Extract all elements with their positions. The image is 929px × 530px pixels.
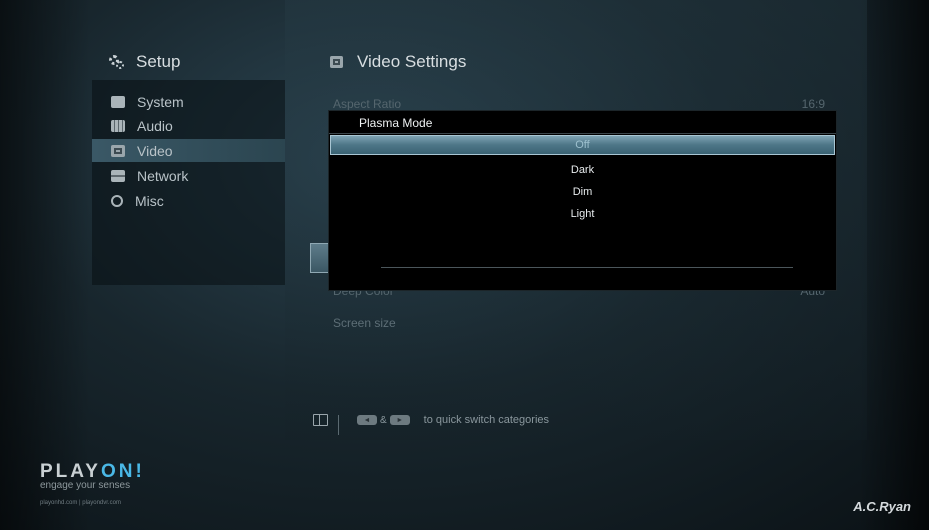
option-dark[interactable]: Dark — [329, 164, 836, 176]
book-icon — [313, 414, 328, 426]
gear-icon — [108, 54, 124, 70]
menu-header: Setup — [108, 52, 180, 72]
setting-value: 16:9 — [801, 97, 825, 111]
option-off[interactable]: Off — [329, 139, 836, 151]
menu-item-system[interactable]: System — [92, 90, 285, 113]
right-key-icon: ► — [389, 415, 410, 425]
video-icon — [111, 144, 125, 157]
selected-row-marker — [310, 243, 330, 273]
menu-item-audio[interactable]: Audio — [92, 114, 285, 137]
menu-item-network[interactable]: Network — [92, 164, 285, 187]
setting-label: Screen size — [333, 316, 396, 330]
left-vignette — [0, 0, 90, 530]
divider — [329, 133, 836, 134]
hint-bar: ◄ & ► to quick switch categories — [313, 405, 549, 435]
hint-amp: & — [380, 414, 387, 426]
audio-icon — [111, 119, 125, 132]
misc-icon — [111, 194, 123, 207]
setting-row-screen-size[interactable]: Screen size — [333, 316, 825, 330]
brand-block: PLAYON! engage your senses playonhd.com … — [40, 461, 145, 506]
menu-item-video[interactable]: Video — [92, 139, 285, 162]
menu-item-label: System — [137, 93, 184, 110]
system-icon — [111, 95, 125, 108]
menu-title: Setup — [136, 52, 181, 71]
content-header: Video Settings — [330, 52, 466, 72]
video-settings-icon — [330, 56, 343, 68]
menu-item-label: Network — [137, 167, 189, 184]
brand-urls: playonhd.com | playondvr.com — [40, 500, 121, 506]
divider — [338, 415, 339, 435]
option-dim[interactable]: Dim — [329, 186, 836, 198]
divider — [381, 267, 793, 268]
left-key-icon: ◄ — [357, 415, 377, 425]
menu-item-label: Misc — [135, 192, 164, 209]
right-vignette — [859, 0, 929, 530]
maker-logo: A.C.Ryan — [853, 499, 911, 514]
option-light[interactable]: Light — [329, 208, 836, 220]
setting-row-aspect-ratio[interactable]: Aspect Ratio 16:9 — [333, 97, 825, 111]
menu-item-label: Video — [137, 142, 173, 159]
setting-label: Aspect Ratio — [333, 97, 402, 111]
plasma-mode-dialog: Plasma Mode Off Dark Dim Light — [328, 110, 837, 291]
brand-tagline: engage your senses — [40, 480, 131, 491]
menu-item-label: Audio — [137, 117, 173, 134]
page-title: Video Settings — [357, 52, 467, 71]
hint-text: to quick switch categories — [423, 414, 550, 426]
network-icon — [111, 169, 125, 182]
dialog-title: Plasma Mode — [359, 116, 433, 130]
menu-item-misc[interactable]: Misc — [92, 189, 285, 212]
